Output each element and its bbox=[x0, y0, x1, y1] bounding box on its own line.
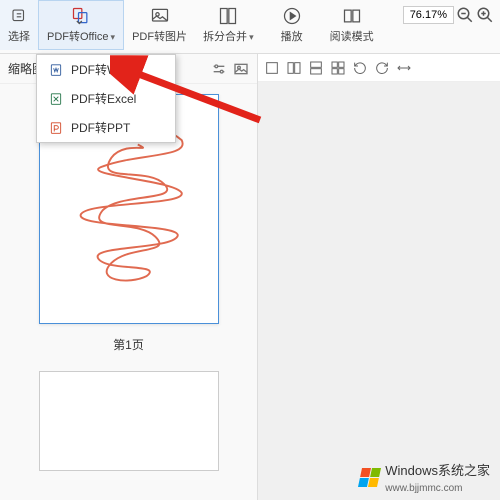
pdf-office-icon bbox=[71, 6, 91, 26]
toolbar-label: PDF转图片 bbox=[132, 28, 187, 44]
image-icon[interactable] bbox=[233, 61, 249, 77]
toolbar-label: 选择 bbox=[8, 28, 30, 44]
pdf-image-icon bbox=[150, 6, 170, 26]
word-icon bbox=[49, 63, 63, 77]
toolbar-label: 播放 bbox=[281, 28, 303, 44]
rotate-right-icon[interactable] bbox=[374, 60, 390, 76]
select-tool-button[interactable]: 选择 bbox=[0, 0, 38, 50]
layout-icon[interactable] bbox=[308, 60, 324, 76]
pdf-to-image-button[interactable]: PDF转图片 bbox=[124, 0, 195, 50]
chevron-down-icon: ▾ bbox=[249, 32, 254, 42]
excel-icon bbox=[49, 92, 63, 106]
split-merge-icon bbox=[218, 6, 238, 26]
read-mode-button[interactable]: 阅读模式 bbox=[322, 0, 382, 50]
windows-logo-icon bbox=[358, 468, 381, 487]
thumbnail-page-2[interactable] bbox=[39, 371, 219, 471]
dropdown-label: PDF转Word bbox=[71, 61, 135, 78]
dropdown-label: PDF转PPT bbox=[71, 119, 130, 136]
zoom-percent[interactable]: 76.17% bbox=[403, 6, 454, 24]
thumbnail-list: 第1页 bbox=[0, 84, 257, 500]
layout-icon[interactable] bbox=[330, 60, 346, 76]
ppt-icon bbox=[49, 121, 63, 135]
main-toolbar: 选择 PDF转Office▾ PDF转图片 拆分合并▾ 播放 阅读模式 76.1… bbox=[0, 0, 500, 54]
split-merge-button[interactable]: 拆分合并▾ bbox=[195, 0, 262, 50]
pdf-to-ppt-item[interactable]: PDF转PPT bbox=[37, 113, 175, 142]
document-viewport[interactable] bbox=[258, 54, 500, 500]
view-mode-bar bbox=[258, 54, 500, 82]
zoom-out-icon[interactable] bbox=[456, 6, 474, 24]
pdf-to-office-dropdown: PDF转Word PDF转Excel PDF转PPT bbox=[36, 54, 176, 143]
watermark-url: www.bjjmmc.com bbox=[385, 483, 462, 494]
play-button[interactable]: 播放 bbox=[262, 0, 322, 50]
fit-width-icon[interactable] bbox=[396, 60, 412, 76]
dropdown-label: PDF转Excel bbox=[71, 90, 136, 107]
zoom-controls: 76.17% bbox=[397, 2, 500, 28]
cursor-icon bbox=[9, 6, 29, 26]
toolbar-label: 拆分合并▾ bbox=[203, 28, 254, 44]
watermark-text: Windows系统之家 bbox=[385, 463, 490, 478]
pdf-to-word-item[interactable]: PDF转Word bbox=[37, 55, 175, 84]
slider-icon[interactable] bbox=[211, 61, 227, 77]
pdf-to-office-button[interactable]: PDF转Office▾ bbox=[38, 0, 124, 50]
play-icon bbox=[282, 6, 302, 26]
zoom-in-icon[interactable] bbox=[476, 6, 494, 24]
layout-icon[interactable] bbox=[264, 60, 280, 76]
toolbar-label: PDF转Office▾ bbox=[47, 28, 115, 44]
rotate-left-icon[interactable] bbox=[352, 60, 368, 76]
read-mode-icon bbox=[342, 6, 362, 26]
thumbnail-page-label: 第1页 bbox=[113, 336, 144, 353]
layout-icon[interactable] bbox=[286, 60, 302, 76]
chevron-down-icon: ▾ bbox=[111, 32, 116, 42]
toolbar-label: 阅读模式 bbox=[330, 28, 374, 44]
pdf-to-excel-item[interactable]: PDF转Excel bbox=[37, 84, 175, 113]
watermark: Windows系统之家 www.bjjmmc.com bbox=[360, 460, 490, 494]
